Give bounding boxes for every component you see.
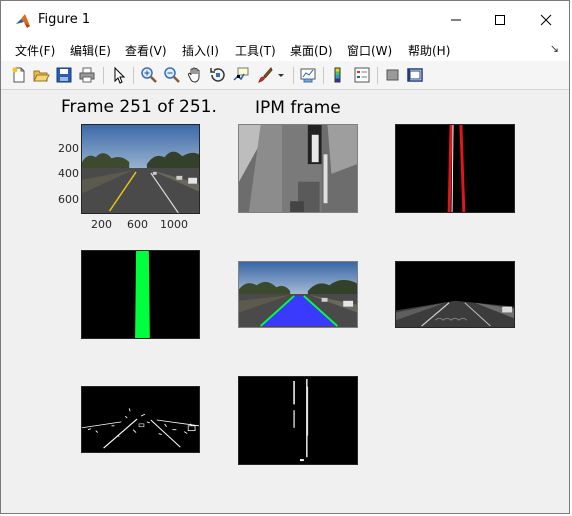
lane-lines-red-image	[447, 125, 466, 212]
rotate-3d-icon[interactable]	[209, 66, 227, 84]
menu-insert[interactable]: 插入(I)	[182, 42, 219, 59]
toolbar-separator	[377, 67, 378, 84]
toolbar	[1, 61, 569, 90]
frame-counter-label: Frame 251 of 251.	[61, 97, 217, 117]
menu-overflow-icon[interactable]: ↘	[550, 42, 559, 55]
lane-mask-green-image	[135, 251, 150, 338]
lane-overlay-axes[interactable]	[238, 261, 358, 328]
data-cursor-icon[interactable]	[232, 66, 250, 84]
menu-bar: 文件(F) 编辑(E) 查看(V) 插入(I) 工具(T) 桌面(D) 窗口(W…	[1, 39, 569, 61]
zoom-in-icon[interactable]	[140, 66, 158, 84]
menu-window[interactable]: 窗口(W)	[347, 42, 392, 59]
pan-hand-icon[interactable]	[186, 66, 204, 84]
menu-tools[interactable]: 工具(T)	[235, 42, 276, 59]
road-grayscale-image	[396, 262, 514, 327]
brush-icon[interactable]	[256, 66, 274, 84]
menu-help[interactable]: 帮助(H)	[408, 42, 450, 59]
x-tick-label: 1000	[160, 218, 188, 231]
x-tick-label: 600	[127, 218, 148, 231]
zoom-out-icon[interactable]	[163, 66, 181, 84]
lane-mask-green-axes[interactable]	[81, 250, 200, 339]
select-arrow-icon[interactable]	[110, 66, 128, 84]
toolbar-separator	[103, 67, 104, 84]
edge-detection-axes[interactable]	[81, 386, 200, 453]
menu-edit[interactable]: 编辑(E)	[70, 42, 111, 59]
matlab-logo-icon	[15, 13, 31, 29]
road-frame-axes[interactable]	[81, 124, 200, 214]
print-icon[interactable]	[78, 66, 96, 84]
figure-window: Figure 1 文件(F) 编辑(E) 查看(V) 插入(I) 工具(T) 桌…	[0, 0, 570, 514]
legend-icon[interactable]	[353, 66, 371, 84]
y-tick-label: 600	[58, 193, 79, 206]
road-grayscale-axes[interactable]	[395, 261, 515, 328]
menu-view[interactable]: 查看(V)	[125, 42, 167, 59]
ipm-threshold-axes[interactable]	[238, 376, 358, 465]
colorbar-icon[interactable]	[330, 66, 348, 84]
lane-overlay-image	[239, 262, 357, 327]
toolbar-separator	[323, 67, 324, 84]
close-icon	[540, 14, 552, 26]
ipm-threshold-image	[293, 378, 309, 462]
edge-detection-image	[82, 408, 199, 449]
menu-desktop[interactable]: 桌面(D)	[290, 42, 333, 59]
lane-detection-red-axes[interactable]	[395, 124, 515, 213]
figure-canvas: Frame 251 of 251. IPM frame 200 400 600 …	[7, 91, 565, 511]
road-frame-image	[82, 125, 199, 213]
menu-file[interactable]: 文件(F)	[15, 42, 55, 59]
hide-plot-tools-icon[interactable]	[384, 66, 402, 84]
x-tick-label: 200	[91, 218, 112, 231]
window-title: Figure 1	[38, 12, 91, 27]
show-plot-tools-icon[interactable]	[406, 66, 424, 84]
toolbar-separator	[293, 67, 294, 84]
ipm-frame-image	[239, 125, 357, 212]
minimize-button[interactable]	[433, 1, 479, 39]
y-tick-label: 400	[58, 167, 79, 180]
ipm-frame-axes[interactable]	[238, 124, 358, 213]
minimize-icon	[451, 19, 461, 21]
y-tick-label: 200	[58, 142, 79, 155]
close-button[interactable]	[523, 1, 569, 39]
toolbar-separator	[133, 67, 134, 84]
maximize-icon	[495, 15, 505, 25]
open-file-icon[interactable]	[32, 66, 50, 84]
save-icon[interactable]	[55, 66, 73, 84]
link-plot-icon[interactable]	[299, 66, 317, 84]
new-figure-icon[interactable]	[10, 66, 28, 84]
ipm-frame-label: IPM frame	[255, 98, 341, 118]
dropdown-arrow-icon[interactable]	[276, 66, 286, 84]
maximize-button[interactable]	[477, 1, 523, 39]
title-bar: Figure 1	[1, 1, 569, 39]
